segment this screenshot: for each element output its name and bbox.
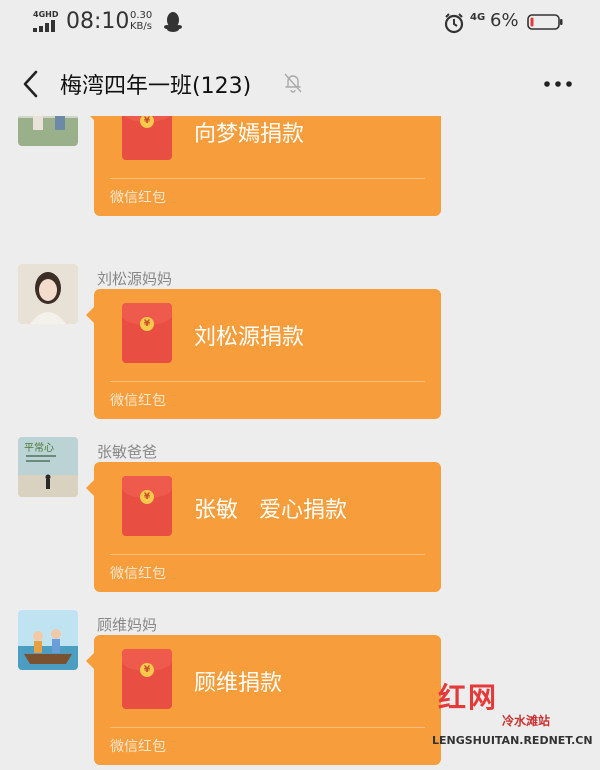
- speed-value: 0.30: [130, 10, 153, 21]
- divider: [110, 727, 425, 728]
- alarm-icon: [444, 13, 464, 34]
- red-packet-text: 顾维捐款: [194, 671, 283, 696]
- red-packet-message[interactable]: ¥ 顾维捐款 微信红包: [86, 635, 441, 765]
- network-type: 4GHD: [33, 10, 59, 19]
- sender-name: 张敏爸爸: [97, 443, 158, 461]
- avatar-caption: 平常心: [24, 441, 54, 454]
- red-packet-text: 刘松源捐款: [194, 325, 305, 350]
- watermark: 红网 冷水滩站 LENGSHUITAN.REDNET.CN: [432, 676, 593, 756]
- red-envelope-icon: ¥: [122, 649, 172, 709]
- signal-icon: 4GHD: [33, 10, 59, 32]
- sender-name: 刘松源妈妈: [97, 270, 173, 288]
- status-bar: 4GHD 08:10 0.30 KB/s 4G 6%: [0, 0, 600, 46]
- ellipsis-icon[interactable]: [543, 80, 573, 88]
- divider: [110, 554, 425, 555]
- red-packet-text: 张敏 爱心捐款: [194, 498, 347, 523]
- red-packet-footer: 微信红包: [110, 190, 166, 206]
- divider: [110, 381, 425, 382]
- chat-header: 梅湾四年一班(123): [0, 50, 600, 116]
- red-packet-message[interactable]: ¥ 刘松源捐款 微信红包: [86, 289, 441, 419]
- red-packet-footer: 微信红包: [110, 566, 166, 582]
- avatar[interactable]: [18, 264, 78, 324]
- red-envelope-icon: ¥: [122, 303, 172, 363]
- divider: [110, 178, 425, 179]
- network-speed: 0.30 KB/s: [130, 10, 152, 32]
- qq-penguin-icon: [164, 12, 182, 32]
- avatar[interactable]: [18, 610, 78, 670]
- battery-percent: 6%: [490, 10, 519, 31]
- red-envelope-icon: ¥: [122, 476, 172, 536]
- red-packet-message[interactable]: ¥ 向梦嫣捐款 微信红包: [86, 116, 441, 216]
- red-envelope-icon: ¥: [122, 116, 172, 160]
- red-packet-footer: 微信红包: [110, 739, 166, 755]
- avatar[interactable]: 平常心: [18, 437, 78, 497]
- status-time: 08:10: [66, 9, 130, 34]
- network-type-right: 4G: [470, 12, 486, 23]
- chat-title: 梅湾四年一班(123): [60, 74, 252, 99]
- chevron-left-icon[interactable]: [20, 70, 42, 98]
- sender-name: 顾维妈妈: [97, 616, 158, 634]
- bell-off-icon: [284, 73, 302, 93]
- watermark-site: 冷水滩站: [502, 714, 551, 728]
- avatar[interactable]: [18, 116, 78, 146]
- chat-area[interactable]: ¥ 向梦嫣捐款 微信红包 刘松源妈妈 ¥ 刘松源捐款 微信红包 平常心 张敏爸爸…: [0, 116, 600, 770]
- red-packet-text: 向梦嫣捐款: [194, 122, 305, 147]
- battery-icon: [527, 14, 563, 30]
- red-packet-footer: 微信红包: [110, 393, 166, 409]
- red-packet-message[interactable]: ¥ 张敏 爱心捐款 微信红包: [86, 462, 441, 592]
- speed-unit: KB/s: [130, 21, 152, 32]
- watermark-logo: 红网: [438, 681, 499, 714]
- watermark-url: LENGSHUITAN.REDNET.CN: [432, 734, 593, 747]
